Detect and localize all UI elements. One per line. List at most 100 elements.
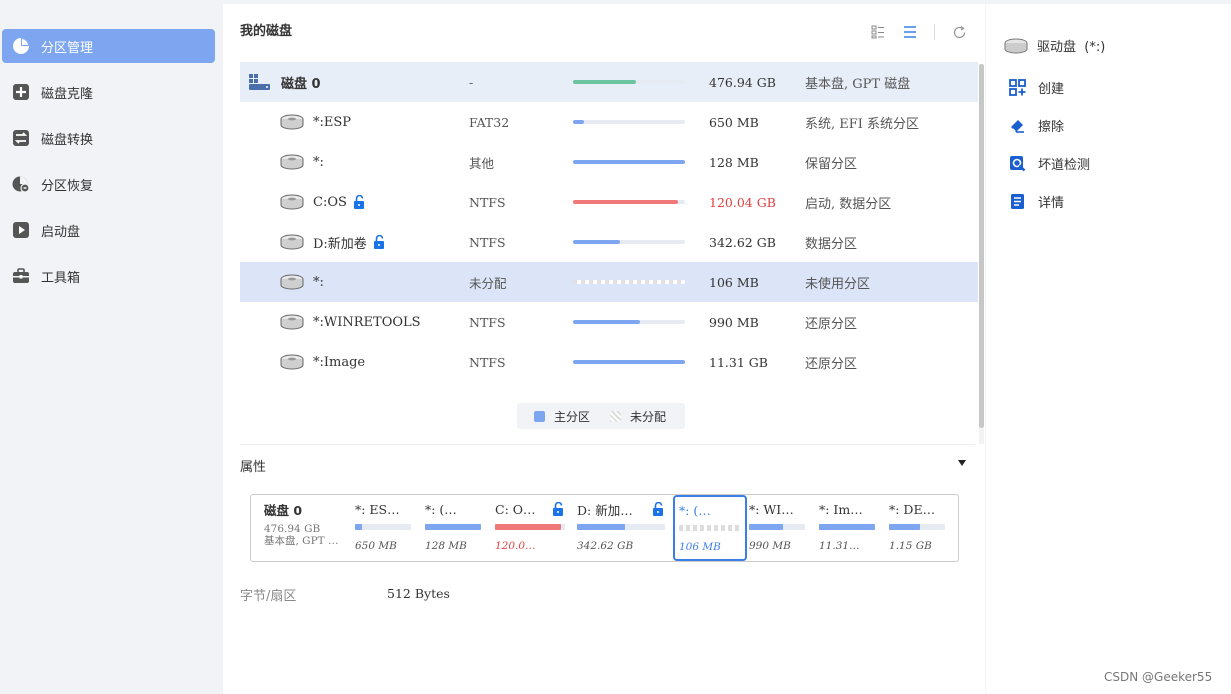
- partition-type: 还原分区: [805, 316, 858, 332]
- partition-name: C:OS: [313, 194, 347, 210]
- tile-view-icon[interactable]: [870, 24, 886, 40]
- disk-row[interactable]: 磁盘 0 - 476.94 GB 基本盘, GPT 磁盘: [240, 62, 978, 102]
- map-disk-type: 基本盘, GPT …: [264, 535, 339, 547]
- segment-size: 650 MB: [355, 540, 397, 552]
- partition-icon: [280, 314, 304, 330]
- segment-usage-fill: [749, 524, 783, 530]
- boot-icon: [10, 219, 32, 241]
- segment-label: *: WI…: [749, 501, 794, 517]
- list-view-icon[interactable]: [902, 24, 918, 40]
- section-divider: [240, 444, 975, 445]
- segment-size: 1.15 GB: [889, 540, 932, 552]
- bad-sector-check-action[interactable]: 坏道检测: [1008, 154, 1090, 173]
- actions-panel: 驱动盘 (*:) 创建 擦除 坏道检测 详情: [986, 4, 1231, 694]
- partition-size: 120.04 GB: [709, 194, 776, 210]
- partition-usage-fill: [573, 120, 585, 124]
- segment-size: 990 MB: [749, 540, 791, 552]
- sidebar-item-disk-clone[interactable]: 磁盘克隆: [2, 75, 215, 109]
- refresh-icon[interactable]: [951, 24, 967, 40]
- segment-usage-bar: [889, 524, 945, 530]
- disk-map-segment[interactable]: *: ES… 650 MB: [355, 500, 411, 560]
- details-label: 详情: [1038, 196, 1065, 211]
- partition-icon: [280, 114, 304, 130]
- partition-row[interactable]: *: 未分配 106 MB 未使用分区: [240, 262, 978, 302]
- partition-name: *:: [313, 154, 324, 170]
- legend-primary-swatch: [534, 410, 545, 422]
- sidebar-item-disk-convert[interactable]: 磁盘转换: [2, 121, 215, 155]
- disk-usage-bar: [573, 80, 685, 84]
- collapse-caret-icon[interactable]: [958, 460, 966, 466]
- segment-usage-fill: [425, 524, 481, 530]
- unlock-icon: [353, 195, 366, 209]
- sidebar-item-label: 分区管理: [41, 40, 94, 56]
- partition-fs: NTFS: [469, 314, 506, 330]
- segment-usage-bar: [495, 524, 565, 530]
- partition-row[interactable]: D:新加卷 NTFS 342.62 GB 数据分区: [240, 222, 978, 262]
- sidebar-item-partition-recovery[interactable]: 分区恢复: [2, 167, 215, 201]
- details-action[interactable]: 详情: [1008, 192, 1064, 211]
- sidebar-item-partition-manage[interactable]: 分区管理: [2, 29, 215, 63]
- selected-drive-label: 驱动盘 (*:): [1037, 40, 1106, 55]
- disk-usage-fill: [573, 80, 636, 84]
- segment-usage-bar: [355, 524, 411, 530]
- create-action[interactable]: 创建: [1008, 78, 1064, 97]
- bytes-per-sector-label: 字节/扇区: [240, 589, 297, 604]
- partition-type: 启动, 数据分区: [805, 196, 892, 212]
- partition-row[interactable]: *:ESP FAT32 650 MB 系统, EFI 系统分区: [240, 102, 978, 142]
- partition-size: 106 MB: [709, 274, 759, 290]
- disk-map-segment[interactable]: *: (… 106 MB: [673, 495, 747, 561]
- partition-usage-bar: [573, 160, 685, 164]
- disk-map-segment[interactable]: C: O… 120.0…: [495, 500, 565, 560]
- segment-size: 128 MB: [425, 540, 467, 552]
- partition-name: *:WINRETOOLS: [313, 314, 421, 330]
- partition-usage-bar: [573, 240, 685, 244]
- sidebar-item-label: 工具箱: [41, 270, 81, 286]
- partition-usage-fill: [573, 360, 685, 364]
- partition-type: 未使用分区: [805, 276, 871, 292]
- partition-usage-bar: [573, 280, 685, 284]
- table-scrollbar[interactable]: [979, 64, 984, 444]
- disk-type: 基本盘, GPT 磁盘: [805, 76, 911, 92]
- unlock-icon: [652, 502, 665, 516]
- disk-map-segment[interactable]: *: DE… 1.15 GB: [889, 500, 945, 560]
- partition-size: 990 MB: [709, 314, 759, 330]
- disk-drive-icon: [248, 72, 272, 92]
- segment-size: 11.31…: [819, 540, 860, 552]
- partition-icon: [280, 154, 304, 170]
- properties-title: 属性: [240, 460, 267, 475]
- watermark: CSDN @Geeker55: [1104, 670, 1213, 684]
- sidebar-item-label: 磁盘转换: [41, 132, 94, 148]
- toolbar-divider: [934, 24, 935, 40]
- segment-usage-fill: [577, 524, 626, 530]
- wipe-action[interactable]: 擦除: [1008, 116, 1064, 135]
- partition-icon: [280, 274, 304, 290]
- partition-row[interactable]: *: 其他 128 MB 保留分区: [240, 142, 978, 182]
- disk-map-segment[interactable]: *: WI… 990 MB: [749, 500, 805, 560]
- map-disk-name: 磁盘 0: [264, 503, 303, 518]
- legend-unallocated-swatch: [610, 410, 622, 422]
- partition-name: *:: [313, 274, 324, 290]
- partition-row[interactable]: *:Image NTFS 11.31 GB 还原分区: [240, 342, 978, 382]
- segment-label: *: ES…: [355, 501, 400, 517]
- plus-box-icon: [10, 81, 32, 103]
- scrollbar-thumb[interactable]: [979, 64, 984, 428]
- sidebar-item-toolbox[interactable]: 工具箱: [2, 259, 215, 293]
- disk-map-segment[interactable]: *: Im… 11.31…: [819, 500, 875, 560]
- sidebar-item-boot-disk[interactable]: 启动盘: [2, 213, 215, 247]
- partition-row[interactable]: *:WINRETOOLS NTFS 990 MB 还原分区: [240, 302, 978, 342]
- partition-icon: [280, 194, 304, 210]
- scan-icon: [1008, 155, 1026, 173]
- legend: 主分区 未分配: [517, 403, 685, 429]
- segment-label: *: (…: [425, 501, 457, 517]
- partition-size: 342.62 GB: [709, 234, 776, 250]
- create-icon: [1008, 79, 1026, 97]
- partition-type: 还原分区: [805, 356, 858, 372]
- disk-map-segment[interactable]: *: (… 128 MB: [425, 500, 481, 560]
- wipe-label: 擦除: [1038, 120, 1065, 135]
- disk-map-segment[interactable]: D: 新加… 342.62 GB: [577, 500, 665, 560]
- segment-usage-fill: [355, 524, 362, 530]
- partition-row[interactable]: C:OS NTFS 120.04 GB 启动, 数据分区: [240, 182, 978, 222]
- unlock-icon: [373, 235, 386, 249]
- partition-name: D:新加卷: [313, 236, 367, 252]
- partition-type: 数据分区: [805, 236, 858, 252]
